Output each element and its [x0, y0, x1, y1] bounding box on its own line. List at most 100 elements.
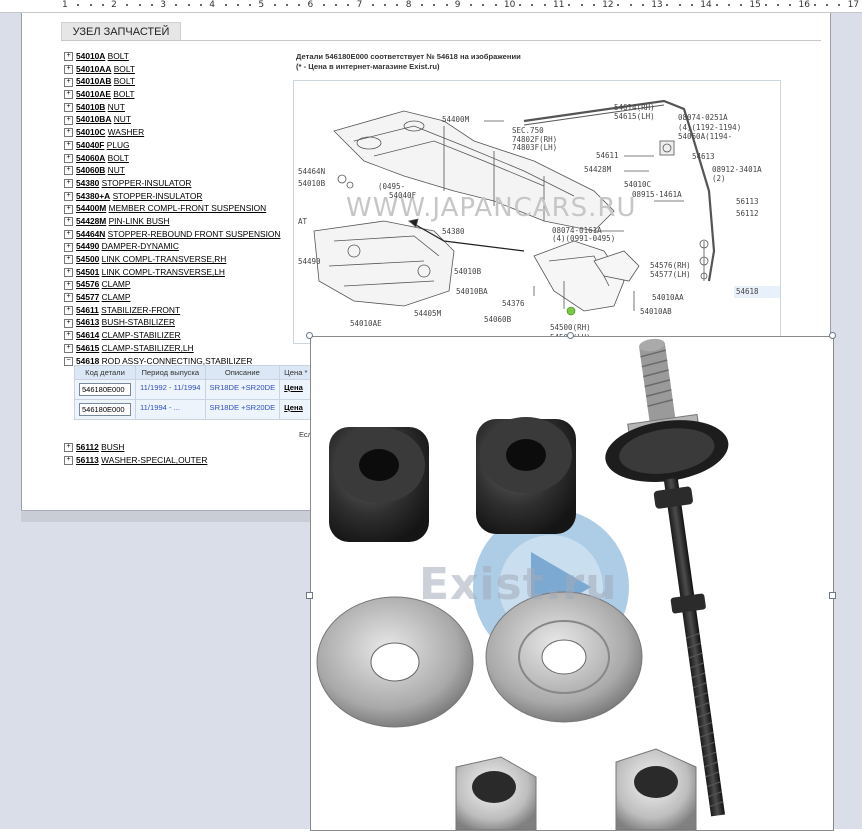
tree-item-name[interactable]: DAMPER-DYNAMIC — [102, 241, 179, 251]
tree-item-code[interactable]: 54010A — [76, 51, 105, 61]
expand-icon[interactable]: + — [64, 64, 73, 74]
diagram-part-label[interactable]: 54040F — [389, 191, 416, 200]
resize-handle-left[interactable] — [306, 592, 313, 599]
tree-item-code[interactable]: 54400M — [76, 203, 106, 213]
tree-item-code[interactable]: 56112 — [76, 442, 99, 452]
tree-item-code[interactable]: 54010BA — [76, 114, 111, 124]
tree-item-name[interactable]: WASHER — [108, 127, 144, 137]
tree-item[interactable]: +54501 LINK COMPL-TRANSVERSE,LH — [64, 266, 294, 279]
diagram-part-label[interactable]: 54010B — [454, 267, 481, 276]
tree-item-name[interactable]: BOLT — [113, 89, 134, 99]
diagram-part-label[interactable]: 54010B — [298, 179, 325, 188]
parts-diagram[interactable]: WWW.JAPANCARS.RU 54400M SEC.750 74802F(RH)… — [293, 80, 781, 344]
tree-item-name[interactable]: BOLT — [108, 153, 129, 163]
tree-item-name[interactable]: STOPPER-INSULATOR — [113, 191, 203, 201]
expand-icon[interactable]: + — [64, 77, 73, 87]
diagram-part-label[interactable]: 56112 — [736, 209, 759, 218]
tree-item-name[interactable]: BOLT — [108, 51, 129, 61]
tree-item-code[interactable]: 54040F — [76, 140, 104, 150]
tree-item-name[interactable]: PIN-LINK BUSH — [109, 216, 170, 226]
tree-item[interactable]: +54428M PIN-LINK BUSH — [64, 215, 294, 228]
tree-item-name[interactable]: STOPPER-INSULATOR — [102, 178, 192, 188]
resize-handle-top-left[interactable] — [306, 332, 313, 339]
tree-item[interactable]: +54010B NUT — [64, 101, 294, 114]
diagram-part-label[interactable]: 08915-1461A — [632, 190, 682, 199]
tree-item[interactable]: +54010BA NUT — [64, 113, 294, 126]
tree-item-name[interactable]: STOPPER-REBOUND FRONT SUSPENSION — [108, 229, 281, 239]
tree-item-name[interactable]: ROD ASSY-CONNECTING,STABILIZER — [102, 356, 253, 366]
tree-item-name[interactable]: BUSH-STABILIZER — [102, 317, 175, 327]
diagram-part-label[interactable]: 54615(LH) — [614, 112, 655, 121]
tree-item-code[interactable]: 54380+A — [76, 191, 110, 201]
expand-icon[interactable]: + — [64, 115, 73, 125]
tree-item[interactable]: +54010A BOLT — [64, 50, 294, 63]
tree-item[interactable]: +54400M MEMBER COMPL-FRONT SUSPENSION — [64, 202, 294, 215]
expand-icon[interactable]: + — [64, 242, 73, 252]
tree-item-code[interactable]: 54060A — [76, 153, 105, 163]
tree-item[interactable]: +54060A BOLT — [64, 152, 294, 165]
tree-item[interactable]: +54576 CLAMP — [64, 278, 294, 291]
tree-item[interactable]: +54615 CLAMP-STABILIZER,LH — [64, 342, 294, 355]
tree-item[interactable]: +54060B NUT — [64, 164, 294, 177]
diagram-part-label[interactable]: 54380 — [442, 227, 465, 236]
diagram-part-label[interactable]: AT — [298, 217, 307, 226]
tree-item-name[interactable]: BUSH — [101, 442, 124, 452]
tree-item[interactable]: +54490 DAMPER-DYNAMIC — [64, 240, 294, 253]
tree-item[interactable]: +54380+A STOPPER-INSULATOR — [64, 190, 294, 203]
expand-icon[interactable]: + — [64, 52, 73, 62]
diagram-part-label[interactable]: 54490 — [298, 257, 321, 266]
tree-item-code[interactable]: 54500 — [76, 254, 99, 264]
tree-item[interactable]: +56113 WASHER-SPECIAL,OUTER — [64, 454, 294, 467]
diagram-part-label[interactable]: (0495- — [378, 182, 405, 191]
tree-item[interactable]: +54613 BUSH-STABILIZER — [64, 316, 294, 329]
tree-item-code[interactable]: 54010AA — [76, 64, 111, 74]
tree-item-code[interactable]: 54613 — [76, 317, 99, 327]
expand-icon[interactable]: + — [64, 455, 73, 465]
tree-item-code[interactable]: 54576 — [76, 279, 99, 289]
tree-item-name[interactable]: CLAMP — [102, 279, 131, 289]
diagram-part-label[interactable]: (4)(1192-1194) — [678, 123, 741, 132]
tree-item-name[interactable]: NUT — [108, 165, 125, 175]
diagram-part-label[interactable]: 08074-0251A — [678, 113, 728, 122]
tree-item-code[interactable]: 54615 — [76, 343, 99, 353]
tree-item-name[interactable]: PLUG — [107, 140, 130, 150]
expand-icon[interactable]: + — [64, 318, 73, 328]
diagram-part-label[interactable]: 54405M — [414, 309, 441, 318]
tree-item-code[interactable]: 54060B — [76, 165, 105, 175]
product-photo[interactable]: Exist.ru — [310, 336, 834, 831]
tree-item-name[interactable]: LINK COMPL-TRANSVERSE,LH — [102, 267, 225, 277]
tree-item[interactable]: +54577 CLAMP — [64, 291, 294, 304]
diagram-part-label[interactable]: 54010AA — [652, 293, 684, 302]
diagram-part-label[interactable]: 54428M — [584, 165, 611, 174]
diagram-part-label[interactable]: 74803F(LH) — [512, 143, 557, 152]
diagram-part-label[interactable]: 54010C — [624, 180, 651, 189]
tree-item-name[interactable]: STABILIZER-FRONT — [101, 305, 180, 315]
expand-icon[interactable]: + — [64, 331, 73, 341]
expand-icon[interactable]: + — [64, 153, 73, 163]
diagram-part-label[interactable]: 54611 — [596, 151, 619, 160]
tree-item-name[interactable]: WASHER-SPECIAL,OUTER — [101, 455, 207, 465]
tree-item-code[interactable]: 54010AB — [76, 76, 111, 86]
price-link[interactable]: Цена — [284, 403, 303, 412]
expand-icon[interactable]: + — [64, 128, 73, 138]
resize-handle-right[interactable] — [829, 592, 836, 599]
tree-item-code[interactable]: 54501 — [76, 267, 99, 277]
expand-icon[interactable]: + — [64, 191, 73, 201]
diagram-part-label[interactable]: (2) — [712, 174, 726, 183]
tree-item-code[interactable]: 54614 — [76, 330, 99, 340]
tree-item-name[interactable]: NUT — [108, 102, 125, 112]
tree-item-code[interactable]: 54380 — [76, 178, 99, 188]
diagram-part-label[interactable]: 54060A(1194- — [678, 132, 732, 141]
diagram-part-label[interactable]: 54614(RH) — [614, 103, 655, 112]
expand-icon[interactable]: + — [64, 141, 73, 151]
diagram-part-label[interactable]: (4)(0991-0495) — [552, 234, 615, 243]
diagram-part-label[interactable]: SEC.750 — [512, 126, 544, 135]
expand-icon[interactable]: + — [64, 217, 73, 227]
expand-icon[interactable]: + — [64, 166, 73, 176]
diagram-part-label[interactable]: 54376 — [502, 299, 525, 308]
tree-item[interactable]: +54010AE BOLT — [64, 88, 294, 101]
expand-icon[interactable]: + — [64, 344, 73, 354]
diagram-part-label[interactable]: 54010AB — [640, 307, 672, 316]
expand-icon[interactable]: + — [64, 179, 73, 189]
expand-icon[interactable]: + — [64, 267, 73, 277]
